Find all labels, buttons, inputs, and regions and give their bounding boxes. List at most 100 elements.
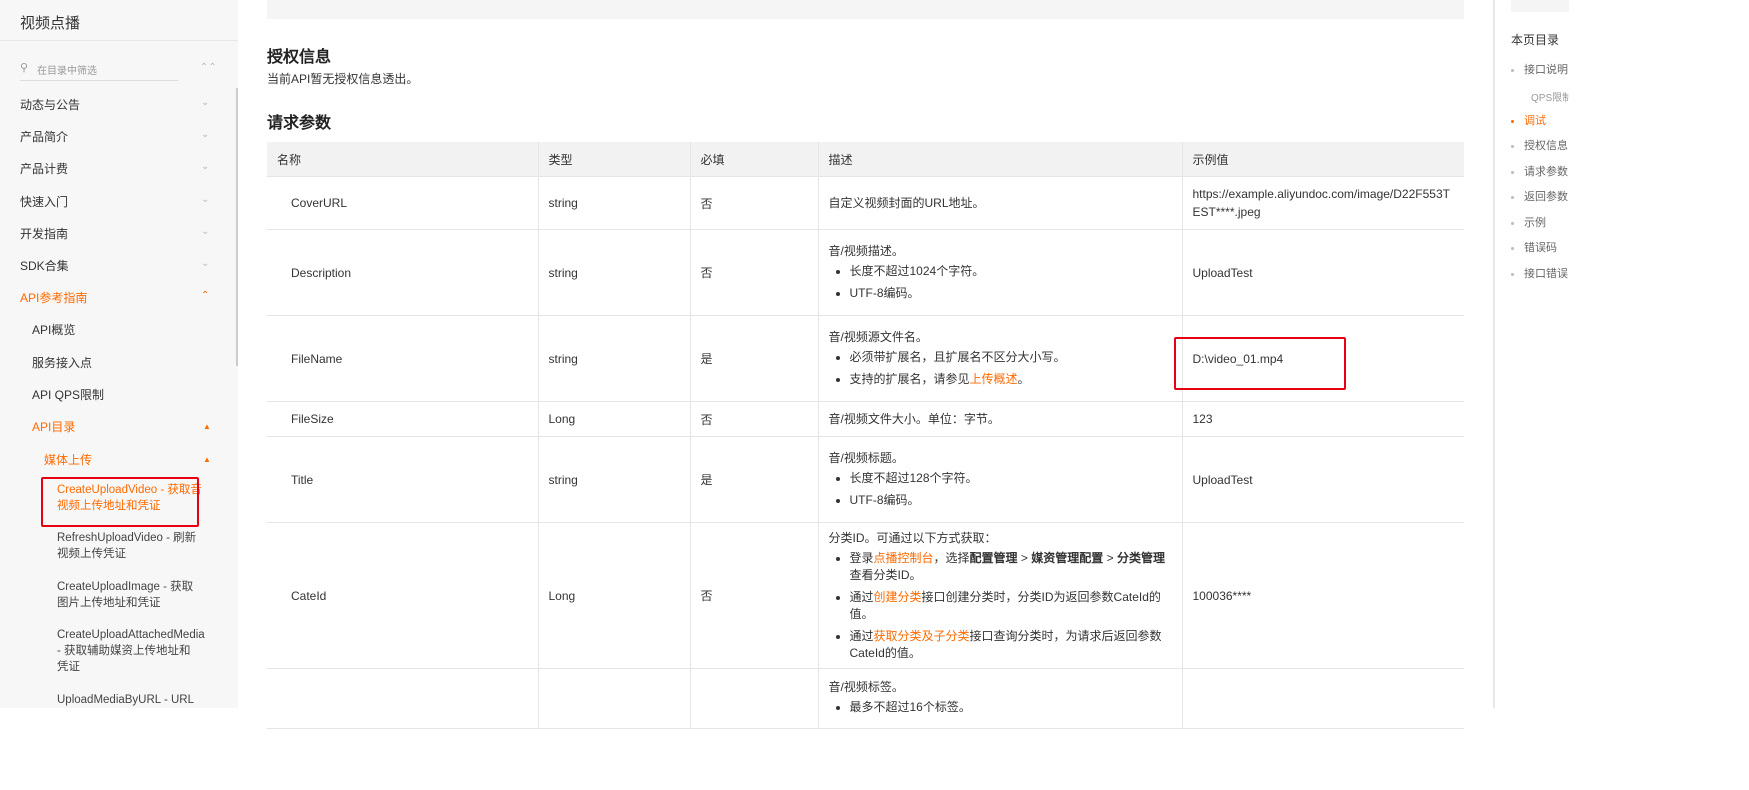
description-list: 必须带扩展名，且扩展名不区分大小写。 支持的扩展名，请参见上传概述。 — [829, 349, 1172, 388]
search-icon: ⚲ — [20, 62, 29, 74]
toc-item[interactable]: 授权信息 — [1511, 137, 1568, 153]
sidebar-item-api-reference[interactable]: API参考指南 — [20, 289, 87, 306]
toc-item-label: 错误码 — [1524, 242, 1557, 254]
sidebar-scrollbar[interactable] — [236, 88, 238, 366]
chevron-down-icon[interactable]: ⌄ — [201, 97, 209, 108]
param-name: FileName — [267, 315, 539, 402]
toc-item-label: 接口错误 — [1524, 268, 1568, 280]
chevron-down-icon[interactable]: ⌄ — [201, 258, 209, 269]
sidebar-item-upload-media-by-url[interactable]: UploadMediaByURL - URL — [57, 692, 202, 708]
sidebar-item-billing[interactable]: 产品计费 — [20, 160, 68, 177]
sidebar-item-news[interactable]: 动态与公告 — [20, 96, 80, 113]
description-list: 长度不超过1024个字符。 UTF-8编码。 — [829, 263, 1172, 302]
sidebar-item-media-upload[interactable]: 媒体上传 — [44, 451, 92, 468]
column-header-type: 类型 — [538, 142, 691, 177]
list-item-text: 。 — [1017, 372, 1030, 386]
sidebar-item-api-directory[interactable]: API目录 — [32, 418, 75, 435]
param-example: UploadTest — [1182, 436, 1464, 523]
directory-filter-input[interactable]: ⚲ 在目录中筛选 — [20, 58, 178, 81]
chevron-down-icon[interactable]: ⌄ — [201, 129, 209, 140]
upload-overview-link[interactable]: 上传概述 — [970, 372, 1018, 386]
param-required: 否 — [690, 522, 819, 669]
toc-item[interactable]: 接口说明 — [1511, 61, 1568, 77]
list-item-text: 查看分类ID。 — [849, 567, 922, 582]
description-list: 登录点播控制台，选择配置管理 > 媒资管理配置 > 分类管理查看分类ID。 通过… — [829, 550, 1172, 662]
toc-subitem[interactable]: QPS限制 — [1531, 89, 1569, 104]
list-item: UTF-8编码。 — [850, 285, 1172, 302]
vod-console-link[interactable]: 点播控制台 — [874, 551, 934, 565]
sidebar-brand[interactable]: 视频点播 — [20, 12, 80, 33]
list-item: 长度不超过1024个字符。 — [850, 263, 1172, 280]
toc-item[interactable]: 调试 — [1511, 112, 1546, 128]
list-item: 最多不超过16个标签。 — [850, 699, 1172, 716]
list-item: 长度不超过128个字符。 — [850, 470, 1172, 487]
get-categories-link[interactable]: 获取分类及子分类 — [874, 629, 970, 643]
param-required: 是 — [690, 315, 819, 402]
list-item: 必须带扩展名，且扩展名不区分大小写。 — [850, 349, 1172, 366]
bullet-icon — [1511, 170, 1514, 174]
param-name: CoverURL — [267, 176, 539, 230]
list-item: 支持的扩展名，请参见上传概述。 — [850, 371, 1172, 388]
sidebar-item-sdk[interactable]: SDK合集 — [20, 257, 69, 274]
toc-item-label: 授权信息 — [1524, 140, 1568, 152]
toc-item-label: 返回参数 — [1524, 191, 1568, 203]
table-row: Title string 是 音/视频标题。 长度不超过128个字符。 UTF-… — [267, 436, 1464, 523]
caret-up-icon[interactable]: ▲ — [203, 422, 211, 431]
caret-up-icon[interactable]: ▲ — [203, 455, 211, 464]
separator: > — [1017, 550, 1032, 565]
param-name: FileSize — [267, 401, 539, 437]
toc-top-bar — [1511, 0, 1569, 12]
chevron-down-icon[interactable]: ⌄ — [201, 226, 209, 237]
param-type: Long — [538, 522, 691, 669]
divider — [0, 40, 238, 41]
list-item-text: 通过 — [849, 589, 874, 604]
list-item: UTF-8编码。 — [850, 492, 1172, 509]
sidebar-item-endpoints[interactable]: 服务接入点 — [32, 354, 92, 371]
sidebar-item-api-overview[interactable]: API概览 — [32, 321, 75, 338]
main-content: 授权信息 当前API暂无授权信息透出。 请求参数 名称 类型 必填 描述 示例值… — [267, 0, 1464, 729]
code-block — [267, 0, 1464, 19]
table-row: Description string 否 音/视频描述。 长度不超过1024个字… — [267, 229, 1464, 316]
toc-item[interactable]: 返回参数 — [1511, 188, 1568, 204]
chevron-down-icon[interactable]: ⌄ — [201, 194, 209, 205]
sidebar-item-create-upload-attached-media[interactable]: CreateUploadAttachedMedia - 获取辅助媒资上传地址和凭… — [57, 627, 205, 675]
auth-section-text: 当前API暂无授权信息透出。 — [267, 72, 419, 86]
bullet-icon — [1511, 221, 1514, 225]
param-name: CateId — [267, 522, 539, 669]
param-type — [538, 668, 691, 729]
create-category-link[interactable]: 创建分类 — [874, 590, 922, 604]
toc-item[interactable]: 错误码 — [1511, 239, 1557, 255]
toc-item[interactable]: 请求参数 — [1511, 163, 1568, 179]
separator: > — [1103, 550, 1117, 565]
collapse-all-icon[interactable]: ⌃⌃ — [200, 62, 217, 73]
chevron-down-icon[interactable]: ⌄ — [201, 161, 209, 172]
toc-item-label: 示例 — [1524, 217, 1546, 229]
list-item: 登录点播控制台，选择配置管理 > 媒资管理配置 > 分类管理查看分类ID。 — [850, 550, 1172, 584]
param-example: 123 — [1182, 401, 1464, 437]
param-description: 分类ID。可通过以下方式获取： 登录点播控制台，选择配置管理 > 媒资管理配置 … — [818, 522, 1183, 669]
toc-item[interactable]: 示例 — [1511, 214, 1546, 230]
toc-item[interactable]: 接口错误 — [1511, 265, 1568, 281]
bullet-icon — [1511, 195, 1514, 199]
param-example — [1182, 668, 1464, 729]
sidebar-item-qps[interactable]: API QPS限制 — [32, 386, 104, 403]
chevron-up-icon[interactable]: ⌃ — [201, 290, 209, 301]
request-params-table: 名称 类型 必填 描述 示例值 CoverURL string 否 自定义视频封… — [267, 142, 1464, 729]
bullet-icon — [1511, 272, 1514, 276]
sidebar: 视频点播 ⚲ 在目录中筛选 ⌃⌃ 动态与公告 ⌄ 产品简介 ⌄ 产品计费 ⌄ 快… — [0, 0, 238, 708]
sidebar-item-quickstart[interactable]: 快速入门 — [20, 193, 68, 210]
toc-item-label: 请求参数 — [1524, 166, 1568, 178]
params-section-title: 请求参数 — [267, 115, 332, 132]
list-item-text: 登录 — [849, 550, 874, 565]
menu-path: 分类管理 — [1116, 550, 1165, 565]
sidebar-item-intro[interactable]: 产品简介 — [20, 128, 68, 145]
sidebar-item-create-upload-image[interactable]: CreateUploadImage - 获取图片上传地址和凭证 — [57, 579, 202, 611]
page-toc: 本页目录 接口说明 QPS限制 调试 授权信息 请求参数 返回参数 示例 错误码… — [1494, 0, 1569, 708]
param-description: 音/视频标题。 长度不超过128个字符。 UTF-8编码。 — [818, 436, 1183, 523]
sidebar-item-devguide[interactable]: 开发指南 — [20, 225, 68, 242]
description-text: 音/视频描述。 — [828, 244, 904, 258]
param-name: Description — [267, 229, 539, 316]
toc-title: 本页目录 — [1511, 33, 1560, 47]
sidebar-item-refresh-upload-video[interactable]: RefreshUploadVideo - 刷新视频上传凭证 — [57, 530, 202, 562]
auth-section-title: 授权信息 — [267, 49, 332, 66]
